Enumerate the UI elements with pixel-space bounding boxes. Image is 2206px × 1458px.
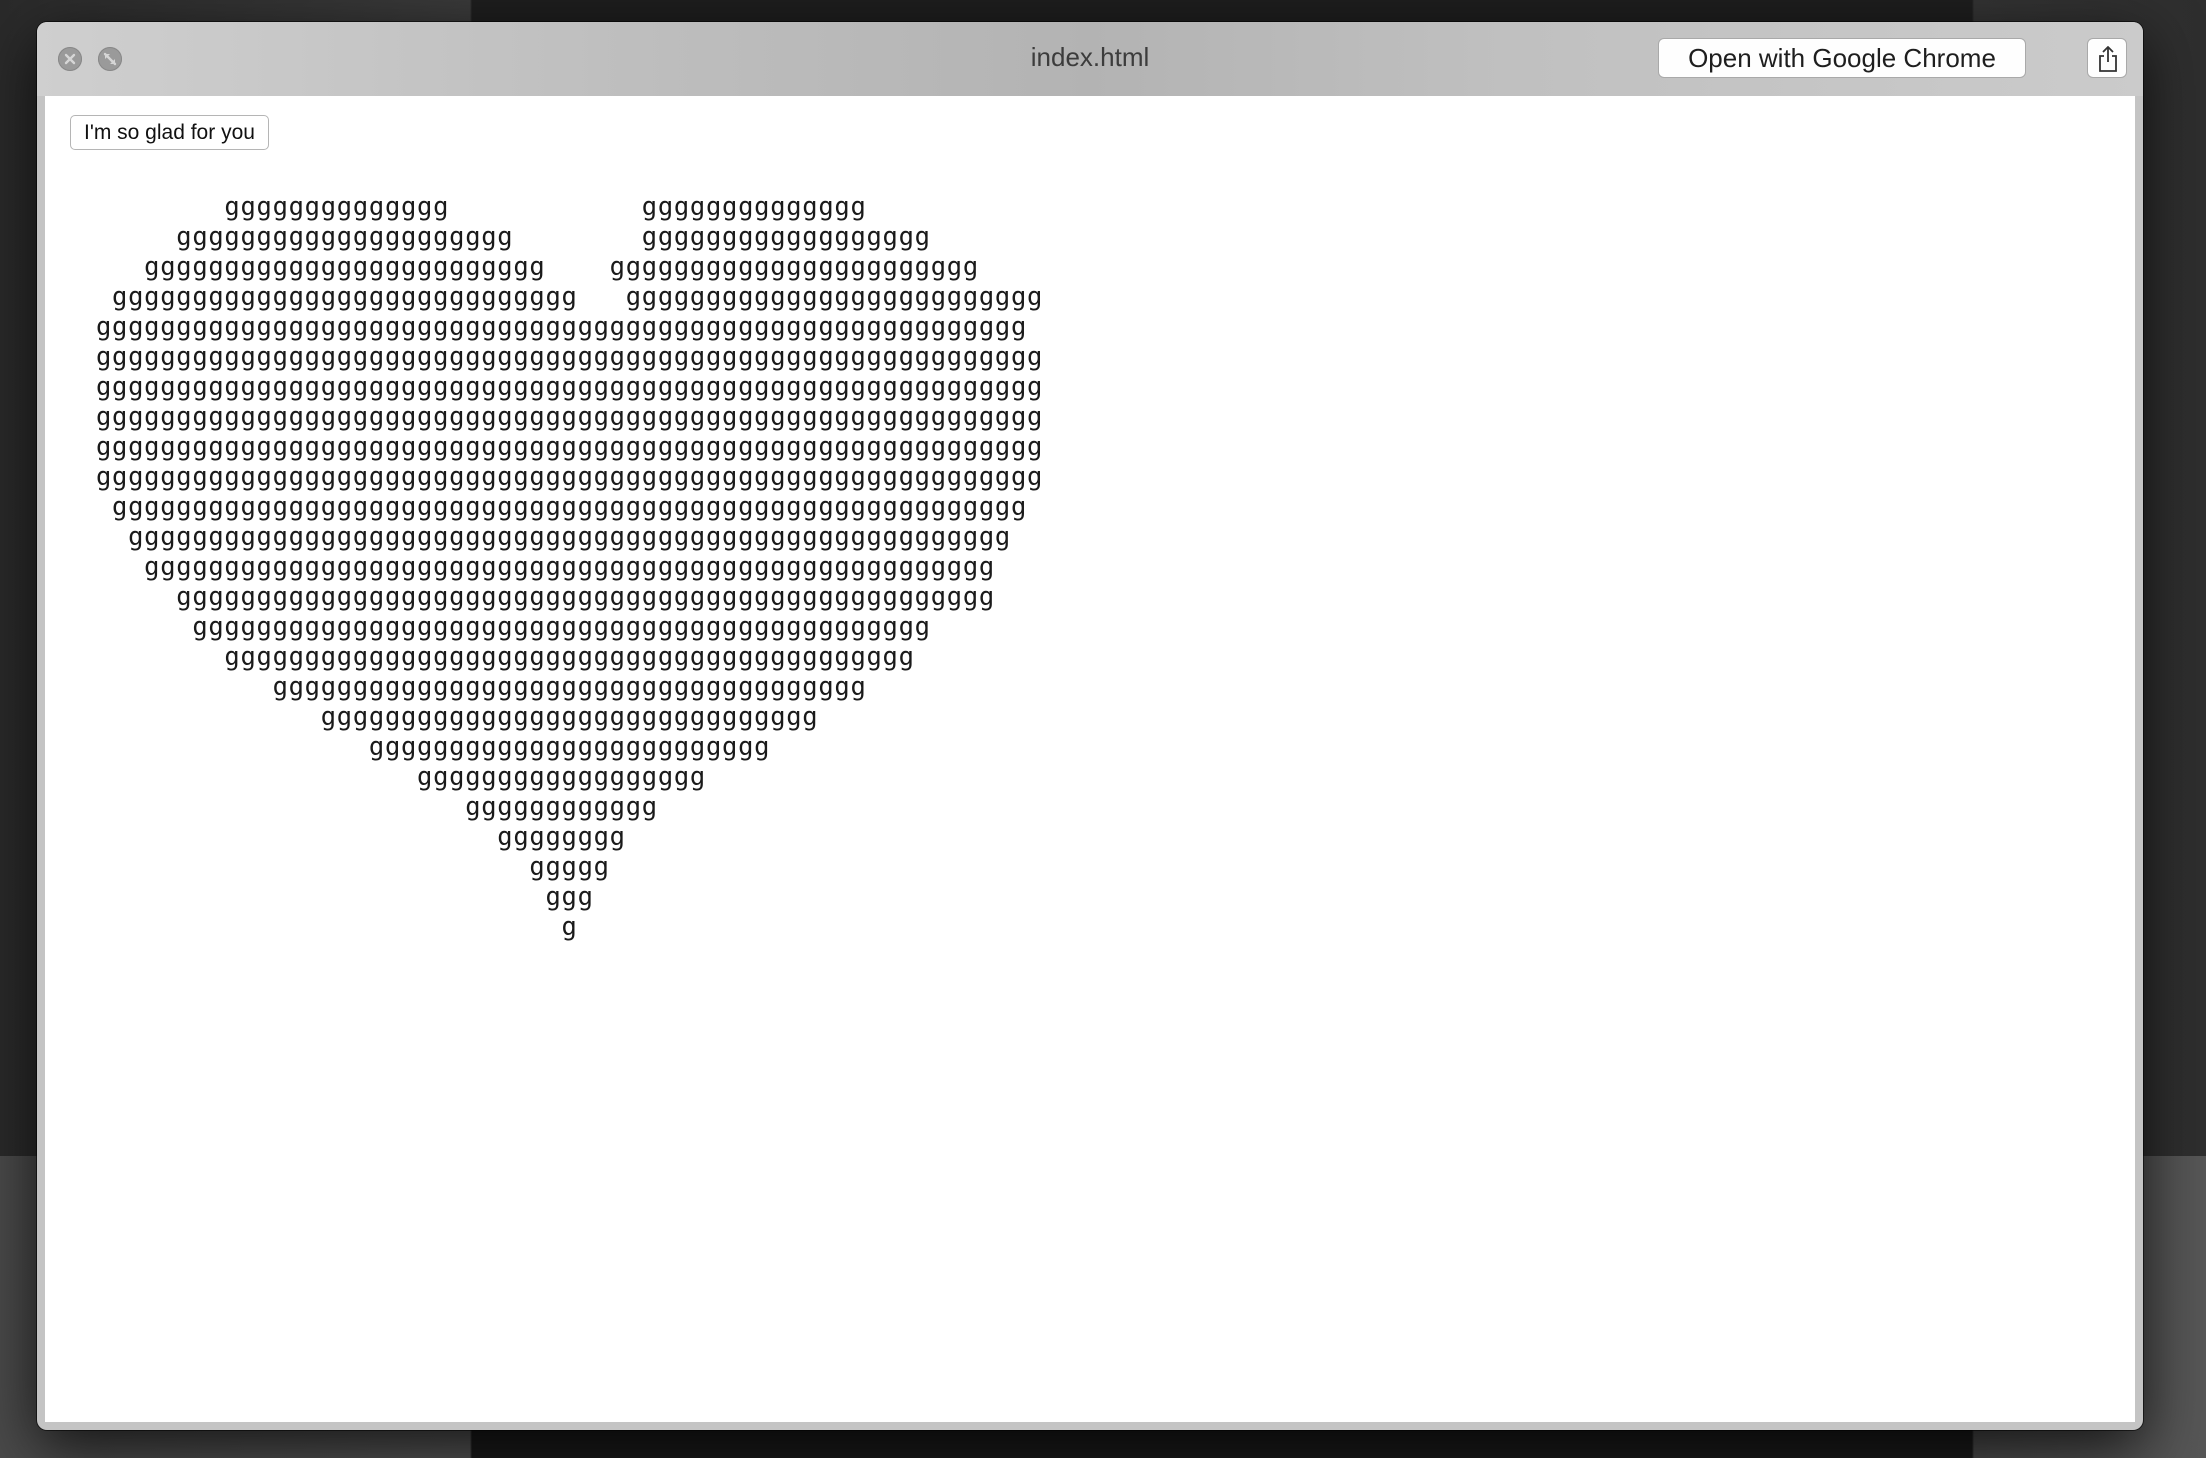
- glad-button[interactable]: I'm so glad for you: [70, 115, 269, 150]
- fullscreen-button[interactable]: [98, 47, 122, 71]
- heart-ascii-art: gggggggggggggg gggggggggggggg gggggggggg…: [96, 192, 1044, 942]
- open-with-chrome-button[interactable]: Open with Google Chrome: [1658, 38, 2026, 78]
- minimize-icon: [103, 52, 117, 66]
- html-preview-content: I'm so glad for you gggggggggggggg ggggg…: [45, 96, 2135, 1422]
- title-bar: index.html Open with Google Chrome: [37, 22, 2143, 96]
- close-button[interactable]: [58, 47, 82, 71]
- close-icon: [64, 53, 76, 65]
- quick-look-window: index.html Open with Google Chrome I'm s…: [37, 22, 2143, 1430]
- share-button[interactable]: [2087, 38, 2127, 78]
- share-icon: [2099, 46, 2117, 72]
